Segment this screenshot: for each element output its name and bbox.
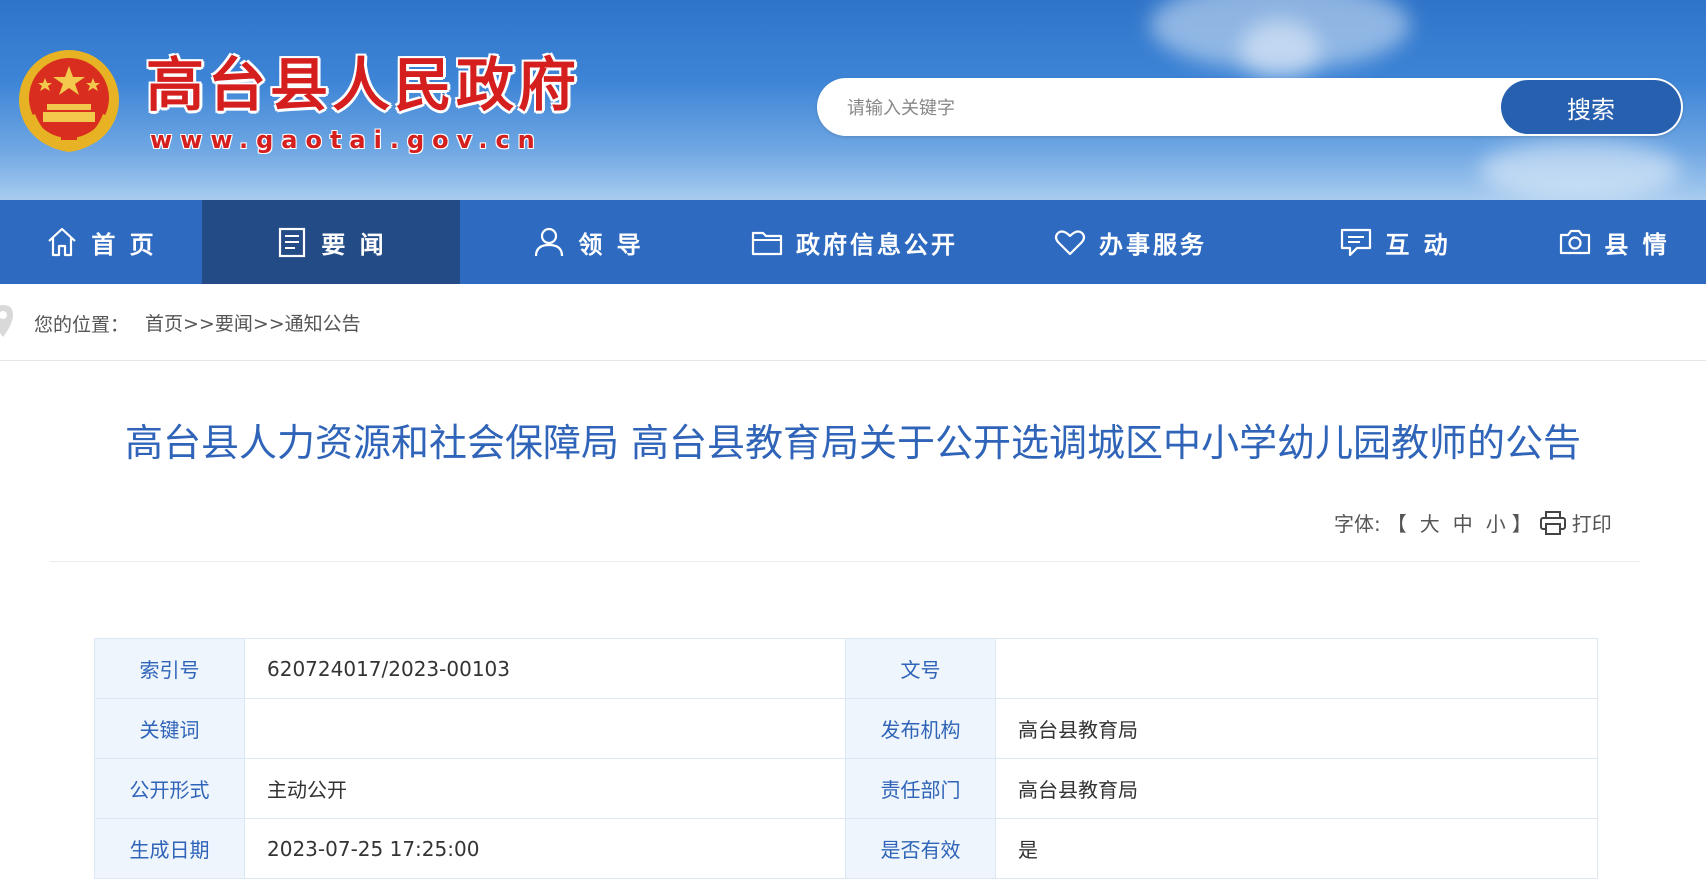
chat-icon bbox=[1341, 228, 1372, 257]
breadcrumb-label: 您的位置： bbox=[34, 314, 130, 336]
nav-item-services[interactable]: 办事服务 bbox=[992, 200, 1268, 284]
folder-icon bbox=[751, 231, 783, 256]
nav-item-interaction[interactable]: 互 动 bbox=[1268, 200, 1522, 284]
meta-label-date: 生成日期 bbox=[94, 818, 245, 879]
font-medium-button[interactable]: 中 bbox=[1453, 508, 1473, 537]
meta-value-doc-number bbox=[995, 638, 1598, 699]
meta-value-disclosure: 主动公开 bbox=[244, 758, 846, 819]
nav-item-gov-info[interactable]: 政府信息公开 bbox=[716, 200, 992, 284]
meta-label-department: 责任部门 bbox=[845, 758, 996, 819]
national-emblem-icon bbox=[19, 50, 119, 152]
nav-item-home[interactable]: 首 页 bbox=[0, 200, 202, 284]
font-large-button[interactable]: 大 bbox=[1420, 508, 1440, 537]
divider bbox=[50, 561, 1640, 562]
font-small-button[interactable]: 小 bbox=[1486, 508, 1506, 537]
home-icon bbox=[48, 227, 77, 257]
meta-value-publisher: 高台县教育局 bbox=[995, 698, 1598, 759]
meta-label-keywords: 关键词 bbox=[94, 698, 245, 759]
meta-value-date: 2023-07-25 17:25:00 bbox=[244, 818, 846, 879]
meta-label-disclosure: 公开形式 bbox=[94, 758, 245, 819]
nav-item-news[interactable]: 要 闻 bbox=[202, 200, 460, 284]
nav-item-label: 互 动 bbox=[1385, 230, 1451, 259]
font-bracket-close: 】 bbox=[1511, 512, 1532, 536]
nav-item-county-info[interactable]: 县 情 bbox=[1522, 200, 1706, 284]
camera-icon bbox=[1560, 229, 1591, 255]
meta-value-valid: 是 bbox=[995, 818, 1598, 879]
nav-item-label: 首 页 bbox=[91, 230, 157, 259]
site-header: 高台县人民政府 www.gaotai.gov.cn 搜索 bbox=[0, 0, 1706, 200]
main-nav: 首 页 要 闻 领 导 政府信息公开 办事服务 互 动 县 情 bbox=[0, 200, 1706, 284]
meta-value-index: 620724017/2023-00103 bbox=[244, 638, 846, 699]
cloud-decoration bbox=[1480, 140, 1680, 200]
table-row: 公开形式 主动公开 责任部门 高台县教育局 bbox=[94, 758, 1598, 819]
person-icon bbox=[535, 227, 564, 257]
article-title: 高台县人力资源和社会保障局 高台县教育局关于公开选调城区中小学幼儿园教师的公告 bbox=[124, 421, 1582, 465]
search-box: 搜索 bbox=[817, 78, 1683, 138]
news-icon bbox=[279, 227, 306, 258]
article-tools: 字体: 【 大 中 小 】 打印 bbox=[1334, 508, 1618, 537]
font-bracket-open: 【 bbox=[1386, 512, 1407, 536]
heart-icon bbox=[1054, 230, 1086, 256]
table-row: 索引号 620724017/2023-00103 文号 bbox=[94, 638, 1598, 699]
meta-value-department: 高台县教育局 bbox=[995, 758, 1598, 819]
font-size-label: 字体: bbox=[1334, 512, 1381, 536]
table-row: 生成日期 2023-07-25 17:25:00 是否有效 是 bbox=[94, 818, 1598, 879]
meta-label-publisher: 发布机构 bbox=[845, 698, 996, 759]
breadcrumb-path[interactable]: 首页>>要闻>>通知公告 bbox=[145, 309, 361, 336]
site-name: 高台县人民政府 bbox=[146, 51, 581, 119]
nav-item-leaders[interactable]: 领 导 bbox=[460, 200, 716, 284]
nav-item-label: 政府信息公开 bbox=[796, 230, 958, 259]
location-pin-icon bbox=[0, 305, 13, 337]
nav-item-label: 办事服务 bbox=[1099, 230, 1207, 259]
nav-item-label: 领 导 bbox=[578, 230, 644, 259]
meta-label-index: 索引号 bbox=[94, 638, 245, 699]
meta-label-doc-number: 文号 bbox=[845, 638, 996, 699]
printer-icon[interactable] bbox=[1539, 510, 1566, 535]
search-button[interactable]: 搜索 bbox=[1501, 80, 1681, 134]
print-button[interactable]: 打印 bbox=[1572, 508, 1612, 537]
search-input[interactable] bbox=[845, 78, 1489, 138]
metadata-table: 索引号 620724017/2023-00103 文号 关键词 发布机构 高台县… bbox=[94, 638, 1598, 879]
meta-value-keywords bbox=[244, 698, 846, 759]
breadcrumb: 您的位置： 首页>>要闻>>通知公告 bbox=[0, 284, 1706, 361]
table-row: 关键词 发布机构 高台县教育局 bbox=[94, 698, 1598, 759]
cloud-decoration bbox=[1240, 20, 1320, 80]
site-url: www.gaotai.gov.cn bbox=[150, 126, 543, 154]
meta-label-valid: 是否有效 bbox=[845, 818, 996, 879]
nav-item-label: 县 情 bbox=[1604, 230, 1670, 259]
nav-item-label: 要 闻 bbox=[321, 230, 387, 259]
